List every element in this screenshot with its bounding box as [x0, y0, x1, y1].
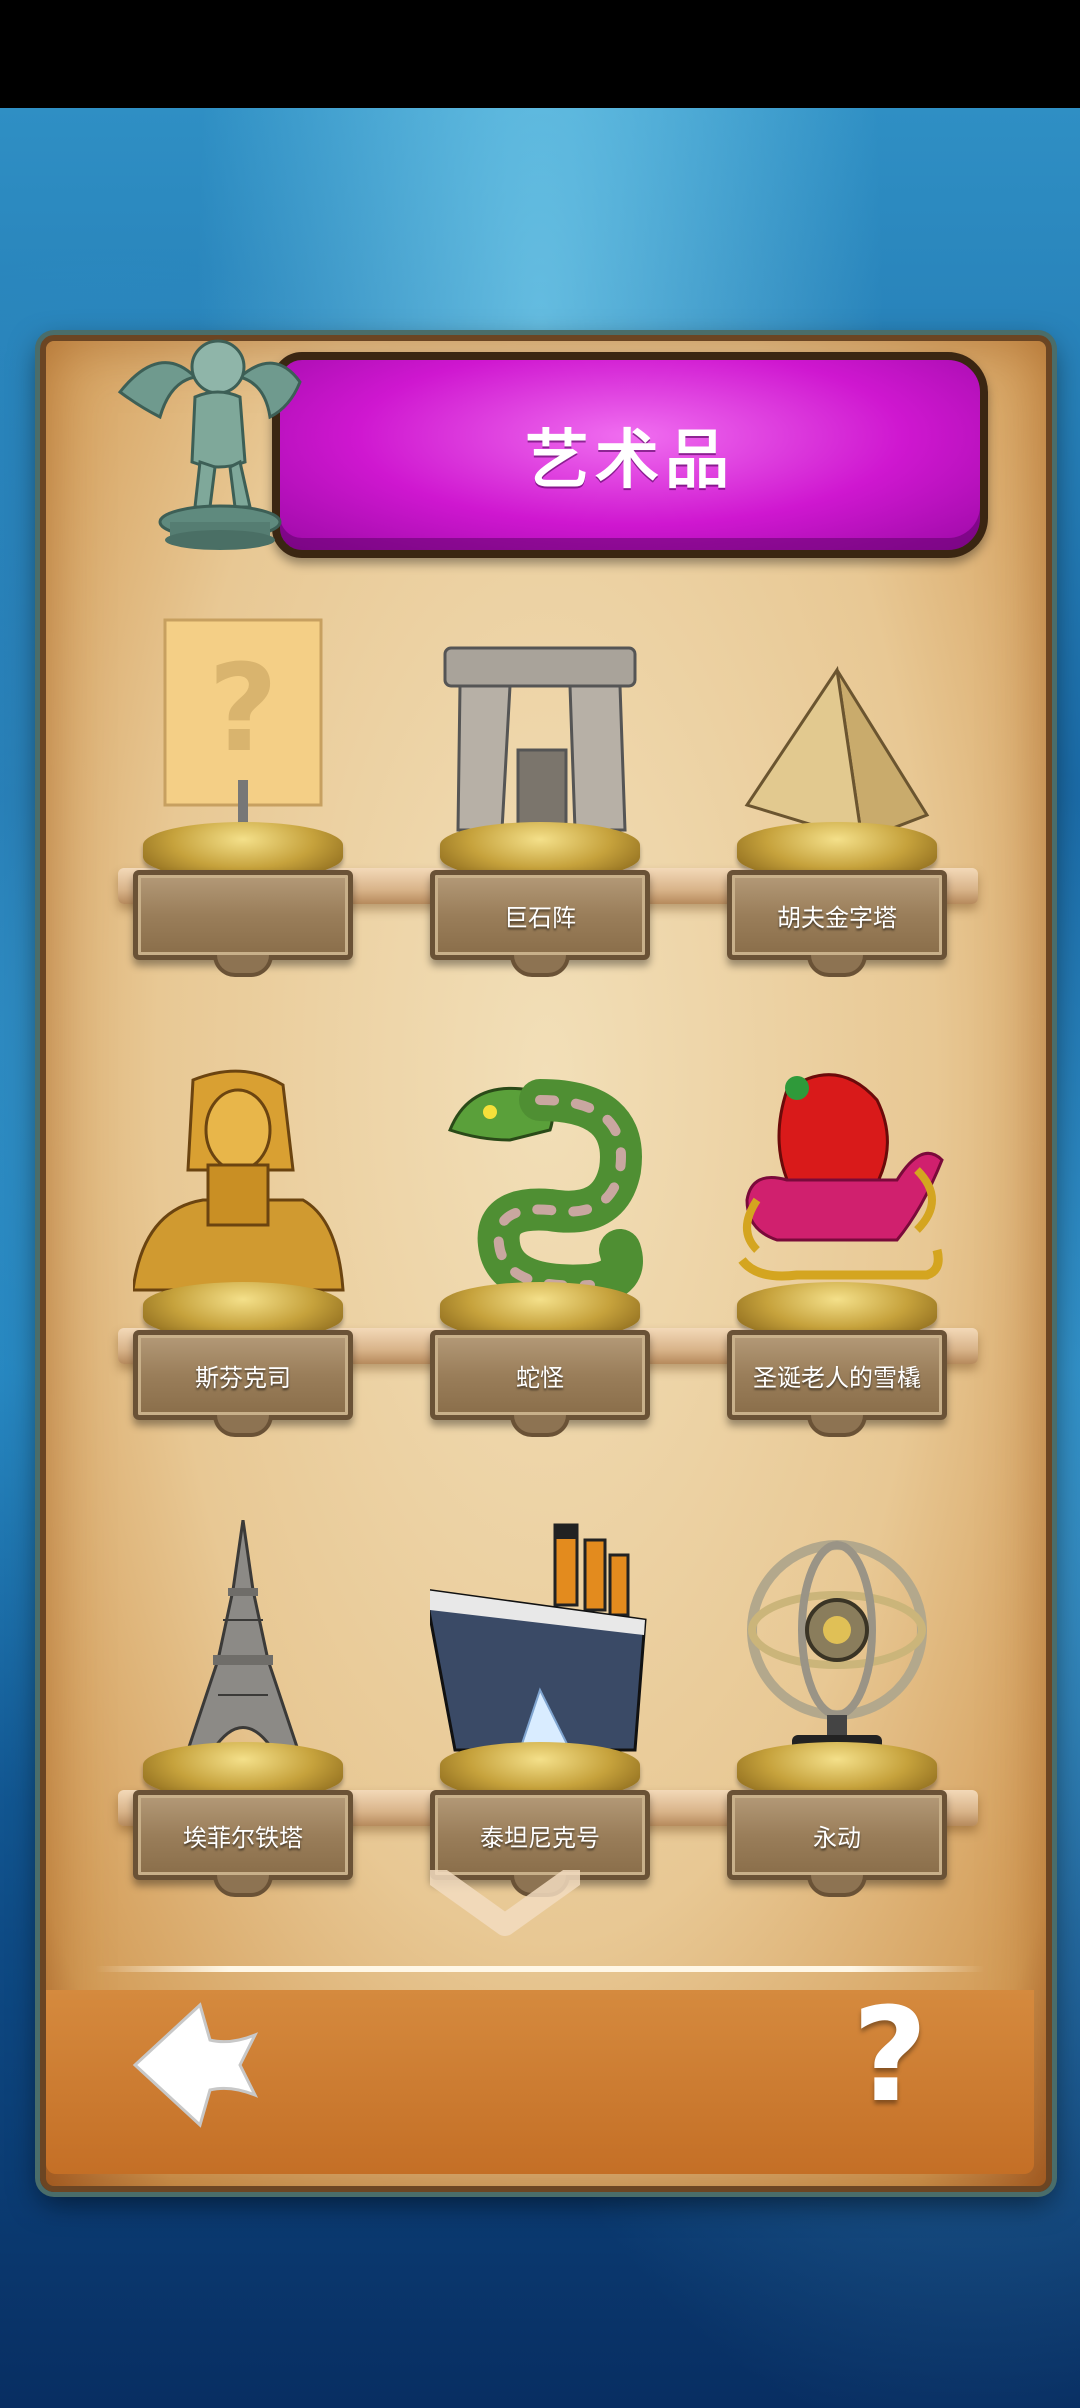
back-arrow-icon[interactable] [130, 2000, 260, 2130]
artifact-plaque: 泰坦尼克号 [430, 1790, 650, 1880]
angel-statue-icon [117, 339, 302, 550]
plaque-tab [213, 1875, 273, 1897]
svg-text:?: ? [208, 640, 278, 779]
plaque-tab [213, 955, 273, 977]
artifact-slot-sphinx[interactable]: 斯芬克司 [133, 1060, 353, 1460]
artifact-slot-unknown[interactable]: ? [133, 600, 353, 1000]
help-button[interactable]: ? [830, 1985, 950, 2125]
artifact-slot-eiffel-tower[interactable]: 埃菲尔铁塔 [133, 1520, 353, 1920]
artifact-plaque: 斯芬克司 [133, 1330, 353, 1420]
artifact-slot-pyramid[interactable]: 胡夫金字塔 [727, 600, 947, 1000]
artifact-plaque: 蛇怪 [430, 1330, 650, 1420]
page-title: 艺术品 [525, 424, 735, 498]
plaque-tab [807, 1415, 867, 1437]
artifact-slot-titanic[interactable]: 泰坦尼克号 [430, 1520, 650, 1920]
artifact-slot-santa-sleigh[interactable]: 圣诞老人的雪橇 [727, 1060, 947, 1460]
artifact-slot-serpent[interactable]: 蛇怪 [430, 1060, 650, 1460]
title-banner: 艺术品 [272, 352, 988, 558]
artifact-plaque [133, 870, 353, 960]
artifact-plaque: 圣诞老人的雪橇 [727, 1330, 947, 1420]
artifact-plaque: 埃菲尔铁塔 [133, 1790, 353, 1880]
chevron-down-icon[interactable] [430, 1870, 580, 1940]
plaque-tab [807, 1875, 867, 1897]
artifact-plaque: 胡夫金字塔 [727, 870, 947, 960]
plaque-tab [510, 955, 570, 977]
artifact-slot-perpetual-motion[interactable]: 永动 [727, 1520, 947, 1920]
artifact-slot-stonehenge[interactable]: 巨石阵 [430, 600, 650, 1000]
artifact-plaque: 巨石阵 [430, 870, 650, 960]
status-bar [0, 0, 1080, 108]
footer-divider [95, 1966, 985, 1972]
artifact-plaque: 永动 [727, 1790, 947, 1880]
plaque-tab [807, 955, 867, 977]
plaque-tab [213, 1415, 273, 1437]
plaque-tab [510, 1415, 570, 1437]
